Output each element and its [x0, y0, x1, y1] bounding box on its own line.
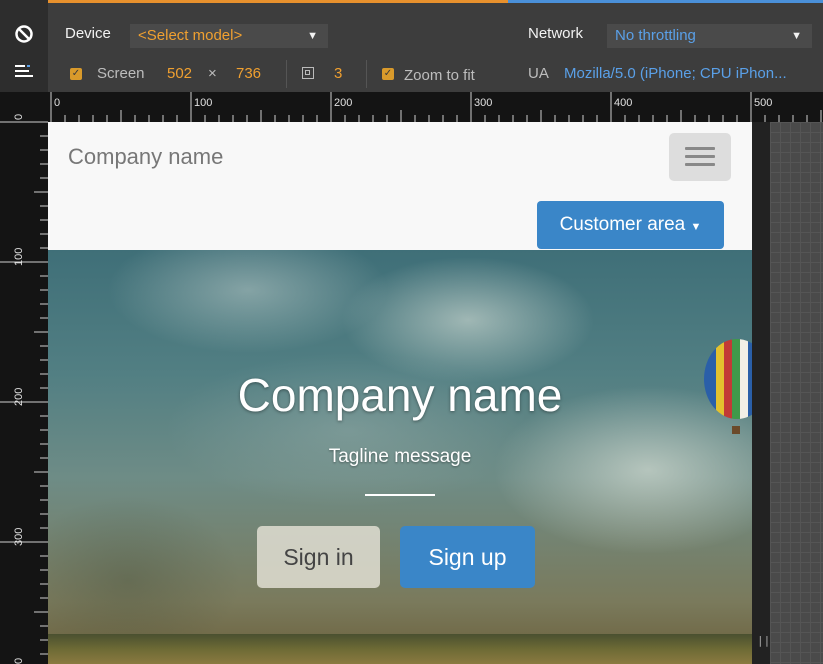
viewport-resize-gutter[interactable]: ||| — [752, 122, 777, 664]
network-throttling-value: No throttling — [615, 27, 696, 44]
caret-down-icon: ▼ — [791, 30, 802, 42]
separator — [286, 60, 287, 88]
sign-up-button[interactable]: Sign up — [400, 526, 535, 588]
device-section: Device <Select model> ▼ ✓ Screen 502 × 7… — [48, 0, 508, 92]
ruler-left-label: 100 — [13, 248, 25, 266]
device-pixel-ratio-icon — [302, 67, 314, 79]
times-sign: × — [208, 65, 217, 82]
hero-tagline: Tagline message — [328, 446, 472, 467]
media-query-icon[interactable] — [12, 60, 36, 84]
hero-title: Company name — [237, 369, 563, 421]
screen-label: Screen — [97, 65, 145, 82]
screen-checkbox[interactable]: ✓ — [70, 68, 82, 80]
screen-width-input[interactable]: 502 — [167, 65, 192, 82]
separator — [366, 60, 367, 88]
ruler-left-label: 0 — [13, 114, 25, 120]
landscape-ground — [48, 634, 752, 664]
ruler-top-label: 200 — [334, 97, 352, 109]
caret-down-icon: ▼ — [307, 30, 318, 42]
toolbar-left-strip — [0, 0, 48, 92]
network-label: Network — [528, 25, 584, 42]
device-emulation-toolbar: Device <Select model> ▼ ✓ Screen 502 × 7… — [0, 0, 823, 92]
zoom-to-fit-checkbox[interactable]: ✓ — [382, 68, 394, 80]
customer-area-label: Customer area — [559, 214, 686, 235]
screen-height-input[interactable]: 736 — [236, 65, 261, 82]
emulated-viewport: Company name Customer area ▼ Company nam… — [48, 122, 752, 664]
navbar-brand[interactable]: Company name — [68, 144, 223, 170]
device-model-value: <Select model> — [138, 27, 243, 44]
sign-in-button[interactable]: Sign in — [257, 526, 380, 588]
ruler-left: 0 100 200 300 0 — [0, 92, 48, 664]
ruler-left-label: 300 — [13, 528, 25, 546]
ruler-top-ticks: 0 100 200 300 400 500 — [50, 92, 822, 122]
customer-area-button[interactable]: Customer area ▼ — [537, 201, 724, 249]
hero-section: Company name Tagline message Sign in Sig… — [48, 250, 752, 664]
network-throttling-select[interactable]: No throttling ▼ — [607, 24, 812, 48]
device-pixel-ratio-input[interactable]: 3 — [334, 65, 342, 82]
ua-label: UA — [528, 65, 549, 82]
hamburger-icon — [685, 147, 715, 150]
navbar: Company name Customer area ▼ — [48, 122, 752, 250]
ruler-top: 0 100 200 300 400 500 — [48, 92, 823, 122]
network-section: Network No throttling ▼ UA Mozilla/5.0 (… — [508, 0, 823, 92]
canvas-grid-background — [770, 122, 823, 664]
ruler-top-label: 500 — [754, 97, 772, 109]
no-entry-icon[interactable] — [12, 22, 36, 46]
user-agent-input[interactable]: Mozilla/5.0 (iPhone; CPU iPhon... — [564, 65, 787, 82]
caret-down-icon: ▼ — [690, 221, 702, 233]
device-label: Device — [65, 25, 111, 42]
hamburger-icon-bar — [685, 155, 715, 158]
ruler-top-label: 300 — [474, 97, 492, 109]
ruler-left-label: 0 — [13, 658, 25, 664]
ruler-top-label: 100 — [194, 97, 212, 109]
zoom-to-fit-label: Zoom to fit — [404, 67, 475, 84]
ruler-top-label: 400 — [614, 97, 632, 109]
ruler-top-label: 0 — [54, 97, 60, 109]
hamburger-icon-bar — [685, 163, 715, 166]
ruler-left-label: 200 — [13, 388, 25, 406]
device-model-select[interactable]: <Select model> ▼ — [130, 24, 328, 48]
navbar-toggle-button[interactable] — [669, 133, 731, 181]
hero-divider — [365, 494, 435, 496]
ruler-left-ticks: 0 100 200 300 0 — [0, 114, 48, 664]
